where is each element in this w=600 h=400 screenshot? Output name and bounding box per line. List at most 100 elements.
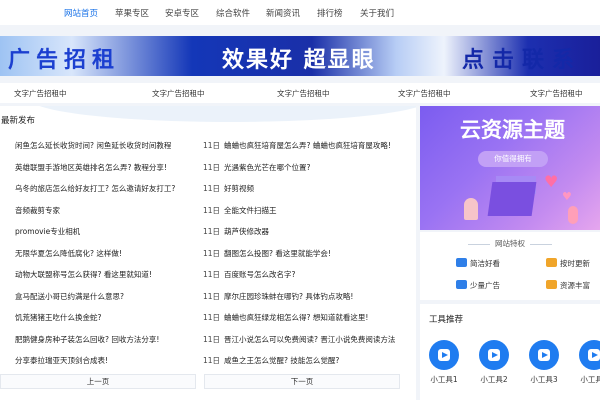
divider (468, 243, 490, 245)
post-date: 11日 (203, 184, 221, 193)
post-link[interactable]: 音频裁剪专家 (15, 205, 60, 216)
tool-label: 小工具2 (480, 375, 508, 384)
post-row: 动物大联盟称号怎么获得? 看这里就知道! 11日 百度账号怎么改名字? (0, 265, 416, 284)
post-date: 11日 (203, 162, 221, 172)
nav-home[interactable]: 网站首页 (64, 7, 98, 19)
tool-item-4[interactable]: 小工具4 (574, 340, 600, 385)
post-date: 11日 (203, 334, 221, 344)
person-illustration (464, 198, 478, 220)
post-row: 肥鹅健身房种子装怎么回收? 回收方法分享! 11日 晋江小说怎么可以免费阅读? 晋江… (0, 330, 416, 349)
feature-label: 资源丰富 (560, 281, 590, 290)
post-link[interactable]: 咸鱼之王怎么觉醒? 技能怎么觉醒? (224, 355, 339, 366)
decorative-swoosh (30, 106, 416, 122)
post-link[interactable]: 百度账号怎么改名字? (224, 269, 295, 280)
promo-title: 云资源主题 (460, 118, 565, 142)
text-ad-5[interactable]: 文字广告招租中 (530, 88, 583, 99)
post-link[interactable]: 无限华夏怎么降低腐化? 这样做! (15, 248, 122, 259)
next-page-button[interactable]: 下一页 (204, 374, 400, 389)
nav-apple[interactable]: 苹果专区 (115, 7, 149, 19)
play-icon (429, 340, 459, 370)
privileges-title: 网站特权 (495, 239, 525, 248)
post-link[interactable]: 动物大联盟称号怎么获得? 看这里就知道! (15, 269, 152, 280)
play-icon (479, 340, 509, 370)
mail-icon (546, 280, 557, 289)
post-row: 无限华夏怎么降低腐化? 这样做! 11日 翻图怎么投图? 看这里就能学会! (0, 244, 416, 263)
banner-text-2: 效果好 超显眼 (222, 48, 376, 73)
post-link[interactable]: 盒马配送小哥已约满是什么意思? (15, 291, 124, 302)
nav-news[interactable]: 新闻资讯 (266, 7, 300, 19)
nav-ranking[interactable]: 排行榜 (317, 7, 343, 19)
text-ad-1[interactable]: 文字广告招租中 (14, 88, 67, 99)
tool-item-1[interactable]: 小工具1 (424, 340, 464, 385)
play-icon (579, 340, 600, 370)
post-link[interactable]: 葫芦侠修改器 (224, 226, 269, 237)
post-link[interactable]: 摩尔庄园珍珠蚌在哪钓? 具体钓点攻略! (224, 291, 353, 302)
prev-page-button[interactable]: 上一页 (0, 374, 196, 389)
feature-item: 少量广告 (456, 280, 500, 291)
post-link[interactable]: 好剪视频 (224, 183, 254, 194)
post-link[interactable]: 蛐蛐也疯狂绿龙相怎么得? 想知道就看这里! (224, 312, 368, 323)
banner-text-3: 点击联系 (462, 48, 583, 73)
gift-box-illustration (487, 182, 537, 216)
post-date: 11日 (203, 227, 221, 236)
top-nav: 网站首页 苹果专区 安卓专区 综合软件 新闻资讯 排行榜 关于我们 (0, 0, 600, 25)
tool-item-2[interactable]: 小工具2 (474, 340, 514, 385)
post-row: promovie专业相机 11日 葫芦侠修改器 (0, 222, 416, 241)
post-row: 英雄联盟手游地区英雄排名怎么弄? 教程分享! 11日 光遇紫色光芒在哪个位置? (0, 158, 416, 177)
post-link[interactable]: 全能文件扫描王 (224, 205, 277, 216)
feature-label: 简洁好看 (470, 259, 500, 268)
mail-icon (456, 280, 467, 289)
post-row: 乌冬的旅店怎么给好友打工? 怎么邀请好友打工? 11日 好剪视频 (0, 179, 416, 198)
feature-item: 资源丰富 (546, 280, 590, 291)
promo-pill: 你值得拥有 (478, 151, 548, 167)
post-link[interactable]: 乌冬的旅店怎么给好友打工? 怎么邀请好友打工? (15, 183, 175, 194)
mail-icon (456, 258, 467, 267)
post-link[interactable]: 蛐蛐也疯狂培育屋怎么弄? 蛐蛐也疯狂培育屋攻略! (224, 140, 391, 151)
feature-label: 按时更新 (560, 259, 590, 268)
text-ad-2[interactable]: 文字广告招租中 (152, 88, 205, 99)
post-date: 11日 (203, 270, 221, 279)
post-row: 闲鱼怎么延长收货时间? 闲鱼延长收货时间教程 11日 蛐蛐也疯狂培育屋怎么弄? 蛐蛐… (0, 136, 416, 155)
post-row: 音频裁剪专家 11日 全能文件扫描王 (0, 201, 416, 220)
text-ad-4[interactable]: 文字广告招租中 (398, 88, 451, 99)
post-link[interactable]: 闲鱼怎么延长收货时间? 闲鱼延长收货时间教程 (15, 140, 171, 151)
tool-recommendations: 工具推荐 小工具1 小工具2 小工具3 小工具4 (420, 304, 600, 400)
nav-software[interactable]: 综合软件 (216, 7, 250, 19)
post-link[interactable]: 晋江小说怎么可以免费阅读? 晋江小说免费阅读方法 (224, 334, 395, 345)
plant-illustration (568, 206, 578, 224)
divider (530, 243, 552, 245)
tool-item-3[interactable]: 小工具3 (524, 340, 564, 385)
post-date: 11日 (203, 141, 221, 150)
heart-icon: ♥ (544, 172, 559, 191)
post-link[interactable]: 翻图怎么投图? 看这里就能学会! (224, 248, 331, 259)
feature-label: 少量广告 (470, 281, 500, 290)
post-date: 11日 (203, 248, 221, 258)
post-link[interactable]: 分享泰拉瑞亚天顶剑合成表! (15, 355, 108, 366)
latest-posts-panel: 最新发布 闲鱼怎么延长收货时间? 闲鱼延长收货时间教程 11日 蛐蛐也疯狂培育屋怎么… (0, 106, 416, 400)
text-ad-row: 文字广告招租中 文字广告招租中 文字广告招租中 文字广告招租中 文字广告招租中 (0, 83, 600, 103)
post-date: 11日 (203, 356, 221, 365)
text-ad-3[interactable]: 文字广告招租中 (277, 88, 330, 99)
post-date: 11日 (203, 291, 221, 301)
feature-item: 简洁好看 (456, 258, 500, 269)
theme-promo[interactable]: 云资源主题 你值得拥有 ♥ ♥ (420, 106, 600, 230)
privileges-header: 网站特权 (420, 238, 600, 249)
play-icon (529, 340, 559, 370)
pagination: 上一页 下一页 (0, 372, 416, 392)
post-link[interactable]: promovie专业相机 (15, 226, 80, 237)
ad-banner[interactable]: 广告招租 效果好 超显眼 点击联系 (0, 36, 600, 76)
post-link[interactable]: 肥鹅健身房种子装怎么回收? 回收方法分享! (15, 334, 159, 345)
post-link[interactable]: 光遇紫色光芒在哪个位置? (224, 162, 310, 173)
post-link[interactable]: 英雄联盟手游地区英雄排名怎么弄? 教程分享! (15, 162, 167, 173)
post-date: 11日 (203, 205, 221, 215)
post-link[interactable]: 饥荒猪猪王吃什么换金蛇? (15, 312, 101, 323)
section-title: 最新发布 (1, 116, 36, 126)
post-row: 分享泰拉瑞亚天顶剑合成表! 11日 咸鱼之王怎么觉醒? 技能怎么觉醒? (0, 351, 416, 370)
mail-icon (546, 258, 557, 267)
site-privileges: 网站特权 简洁好看 按时更新 少量广告 资源丰富 (420, 232, 600, 300)
tool-label: 小工具3 (530, 375, 558, 384)
nav-android[interactable]: 安卓专区 (165, 7, 199, 19)
banner-text-1: 广告招租 (8, 48, 121, 73)
tool-label: 小工具4 (580, 375, 600, 384)
nav-about[interactable]: 关于我们 (360, 7, 394, 19)
